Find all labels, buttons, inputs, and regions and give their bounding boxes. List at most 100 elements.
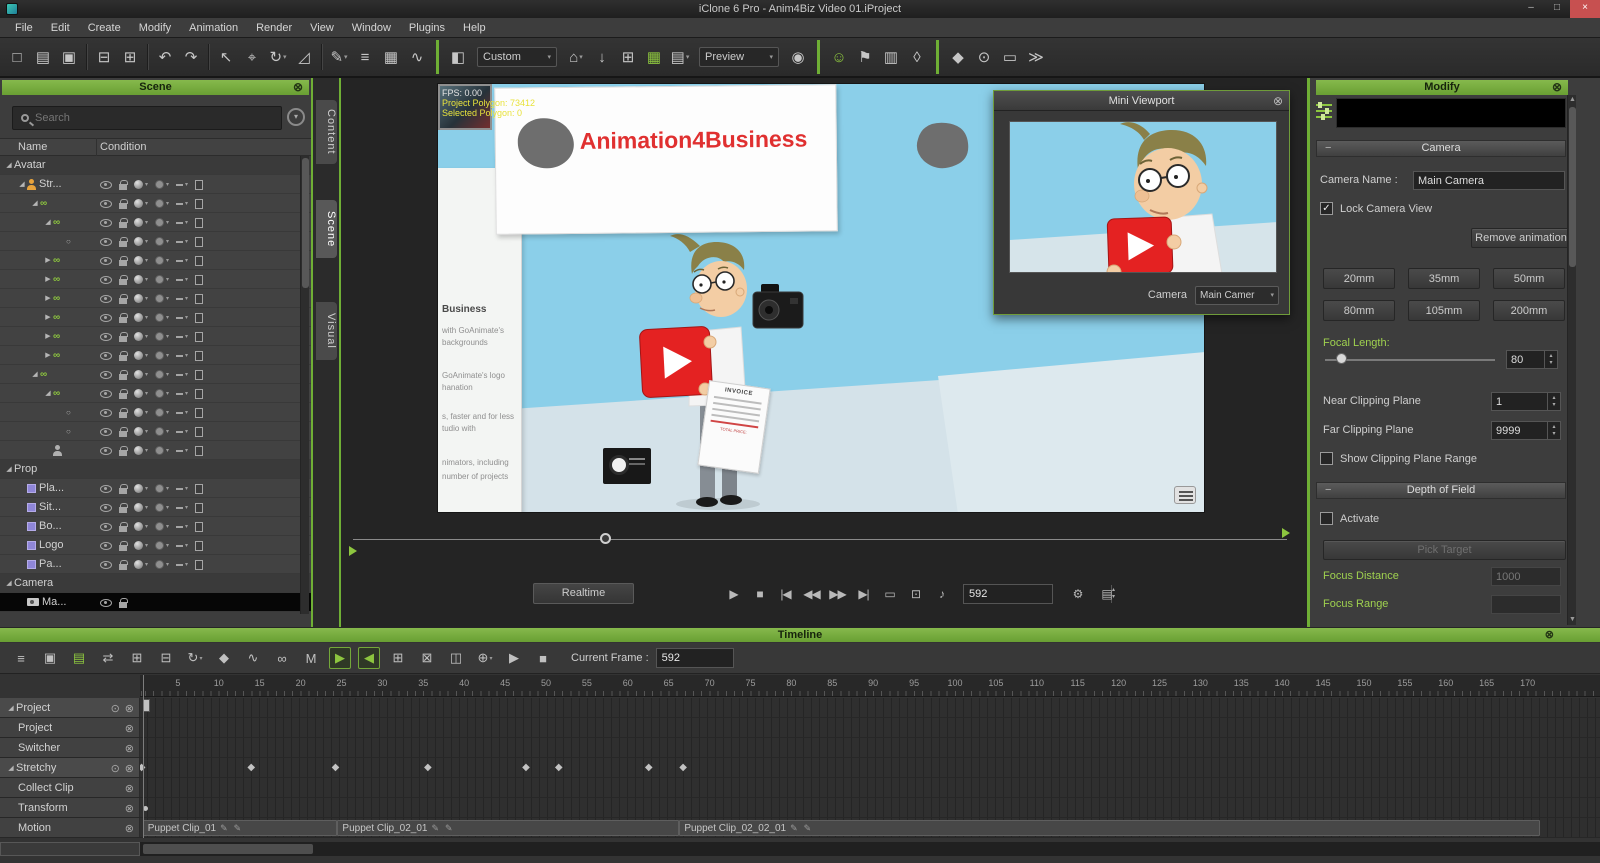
path-tool-icon[interactable]: ∿	[404, 43, 430, 71]
scroll-down-icon[interactable]: ▼	[1568, 615, 1577, 625]
dash-toggle-icon[interactable]: ▾	[176, 542, 188, 549]
avatar-toggle-icon[interactable]: ▾	[155, 389, 169, 398]
dash-toggle-icon[interactable]: ▾	[176, 276, 188, 283]
toggle-track-icon[interactable]: ⊙	[111, 702, 120, 715]
remove-track-icon[interactable]: ⊗	[125, 722, 134, 735]
tree-row[interactable]: ○ ▾ ▾ ▾	[0, 232, 311, 251]
dash-toggle-icon[interactable]: ▾	[176, 200, 188, 207]
tree-row[interactable]: ◢ ∞ ▾ ▾ ▾	[0, 194, 311, 213]
key-tool-icon[interactable]: ◊	[904, 43, 930, 71]
focal-length-input[interactable]	[1507, 351, 1544, 368]
dash-toggle-icon[interactable]: ▾	[176, 390, 188, 397]
tree-row-logo[interactable]: Logo ▾ ▾ ▾	[0, 536, 311, 555]
track-label-cell[interactable]: Motion ⊗	[0, 818, 140, 837]
dof-activate-checkbox[interactable]	[1320, 512, 1333, 525]
track-lane[interactable]	[140, 738, 1600, 757]
page-toggle-icon[interactable]	[195, 198, 204, 209]
far-clipping-spinner[interactable]: ▴ ▾	[1547, 422, 1560, 439]
eye-toggle-icon[interactable]	[100, 332, 112, 341]
mini-viewport-window[interactable]: Mini Viewport ⊗ Camera Main Camer ▾	[993, 90, 1290, 315]
eye-toggle-icon[interactable]	[100, 598, 112, 607]
dope-sheet-icon[interactable]: ◆	[213, 647, 235, 669]
edit-clip-icon[interactable]: ✎	[220, 823, 228, 834]
focal-50mm-button[interactable]: 50mm	[1493, 268, 1565, 289]
eye-toggle-icon[interactable]	[100, 294, 112, 303]
avatar-toggle-icon[interactable]: ▾	[155, 541, 169, 550]
tab-scene[interactable]: Scene	[316, 200, 337, 258]
sphere-toggle-icon[interactable]: ▾	[134, 541, 148, 550]
lock-toggle-icon[interactable]	[119, 369, 128, 380]
page-toggle-icon[interactable]	[195, 293, 204, 304]
pick-target-button[interactable]: Pick Target	[1323, 540, 1566, 560]
sphere-toggle-icon[interactable]: ▾	[134, 275, 148, 284]
keyframe-diamond[interactable]: ◆	[332, 762, 340, 774]
menu-item-view[interactable]: View	[301, 18, 343, 38]
dash-toggle-icon[interactable]: ▾	[176, 314, 188, 321]
avatar-toggle-icon[interactable]: ▾	[155, 522, 169, 531]
tree-row[interactable]: ◢ ∞ ▾ ▾ ▾	[0, 365, 311, 384]
lock-toggle-icon[interactable]	[119, 179, 128, 190]
expand-arrow-icon[interactable]: ◢	[6, 764, 16, 772]
track-lane[interactable]: Puppet Clip_01 ✎ ✎ Puppet Clip_02_01 ✎ ✎ Puppe…	[140, 818, 1600, 837]
far-clipping-field[interactable]: ▴▾	[1491, 421, 1561, 440]
tree-row-pa[interactable]: Pa... ▾ ▾ ▾	[0, 555, 311, 574]
magnifier-icon[interactable]: ⊙	[971, 43, 997, 71]
loop-button[interactable]: ▭	[879, 583, 900, 605]
expand-arrow-icon[interactable]: ◢	[4, 161, 14, 169]
scale-tool-icon[interactable]: ◿	[291, 43, 317, 71]
mark-icon[interactable]: M	[300, 647, 322, 669]
keyframe-diamond[interactable]: ◆	[522, 762, 530, 774]
preview-mode-select[interactable]: Preview ▾	[699, 47, 779, 67]
expand-arrow-icon[interactable]: ▶	[43, 275, 53, 283]
track-label-cell[interactable]: ◢ Project ⊙ ⊗	[0, 698, 140, 717]
eye-toggle-icon[interactable]	[100, 256, 112, 265]
sphere-toggle-icon[interactable]: ▾	[134, 370, 148, 379]
avatar-toggle-icon[interactable]: ▾	[155, 503, 169, 512]
timeline-play-icon[interactable]: ▶	[503, 647, 525, 669]
avatar-toggle-icon[interactable]: ▾	[155, 370, 169, 379]
save-project-icon[interactable]: ▣	[56, 43, 82, 71]
avatar-toggle-icon[interactable]: ▾	[155, 275, 169, 284]
avatar-toggle-icon[interactable]: ▾	[155, 313, 169, 322]
page-toggle-icon[interactable]	[195, 559, 204, 570]
last-frame-button[interactable]: ▶|	[853, 583, 874, 605]
track-lane[interactable]	[140, 778, 1600, 797]
avatar-toggle-icon[interactable]: ▾	[155, 351, 169, 360]
track-list-icon[interactable]: ≡	[10, 647, 32, 669]
track-label-cell[interactable]: Project ⊗	[0, 718, 140, 737]
lock-toggle-icon[interactable]	[119, 331, 128, 342]
edit-character-icon[interactable]: ☺	[826, 43, 852, 71]
focal-80mm-button[interactable]: 80mm	[1323, 300, 1395, 321]
motion-puppet-icon[interactable]: ≫	[1023, 43, 1049, 71]
sphere-toggle-icon[interactable]: ▾	[134, 332, 148, 341]
scene-scrollbar[interactable]	[300, 156, 309, 614]
eye-toggle-icon[interactable]	[100, 389, 112, 398]
focal-length-spinner[interactable]: ▴ ▾	[1544, 351, 1557, 368]
snap-tool-icon[interactable]: ▦	[378, 43, 404, 71]
edit-clip-icon[interactable]: ✎	[804, 823, 812, 834]
page-toggle-icon[interactable]	[195, 502, 204, 513]
keyframe-diamond[interactable]: ◆	[424, 762, 432, 774]
tree-row-pla[interactable]: Pla... ▾ ▾ ▾	[0, 479, 311, 498]
close-icon[interactable]: ⊗	[293, 80, 303, 95]
track-label-cell[interactable]: Switcher ⊗	[0, 738, 140, 757]
focal-length-field[interactable]: ▴▾	[1506, 350, 1558, 369]
sphere-toggle-icon[interactable]: ▾	[134, 484, 148, 493]
tree-row-ma[interactable]: Ma...	[0, 593, 311, 612]
motion-clip[interactable]: Puppet Clip_02_02_01 ✎ ✎	[679, 820, 1540, 836]
dash-toggle-icon[interactable]: ▾	[176, 371, 188, 378]
lock-toggle-icon[interactable]	[119, 445, 128, 456]
dash-toggle-icon[interactable]: ▾	[176, 428, 188, 435]
tree-row[interactable]: ◢ ∞ ▾ ▾ ▾	[0, 384, 311, 403]
focus-distance-field[interactable]	[1491, 567, 1561, 586]
eye-toggle-icon[interactable]	[100, 541, 112, 550]
close-icon[interactable]: ⊗	[1273, 91, 1283, 111]
sphere-toggle-icon[interactable]: ▾	[134, 313, 148, 322]
track-label-cell[interactable]: Collect Clip ⊗	[0, 778, 140, 797]
lock-toggle-icon[interactable]	[119, 198, 128, 209]
sphere-toggle-icon[interactable]: ▾	[134, 389, 148, 398]
close-icon[interactable]: ⊗	[1545, 628, 1554, 642]
realtime-button[interactable]: Realtime	[533, 583, 634, 604]
focal-length-slider[interactable]	[1325, 359, 1495, 361]
remove-track-icon[interactable]: ⊗	[125, 702, 134, 715]
